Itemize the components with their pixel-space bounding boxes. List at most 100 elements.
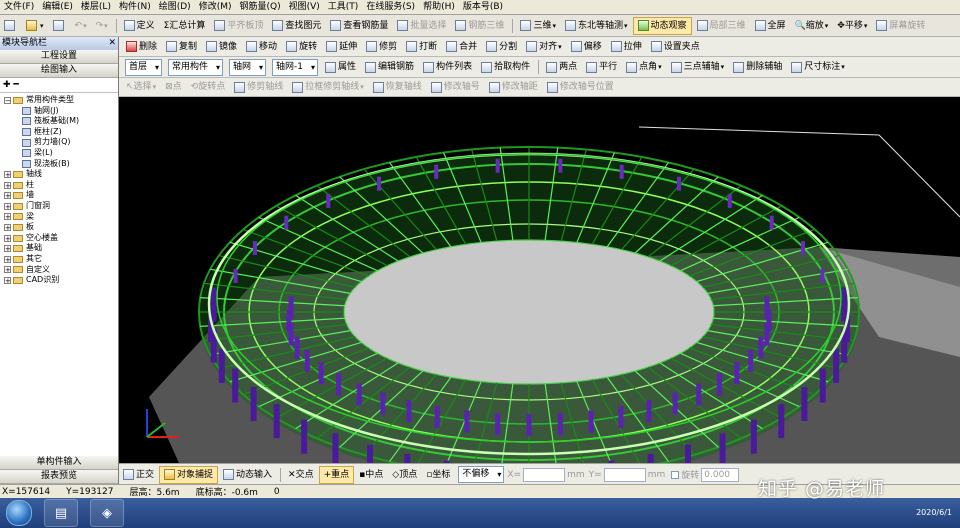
dynamic-view-button[interactable]: 动态观察 [632,16,692,35]
tree-folder[interactable]: + 梁 [0,212,118,223]
properties-button[interactable]: 属性 [321,58,360,76]
dimension-button[interactable]: 尺寸标注 ▾ [787,58,849,76]
point-angle-button[interactable]: 点角 ▾ [622,58,666,76]
midpoint-snap[interactable]: + 重点 [318,465,355,484]
center-snap[interactable]: ▪ 中点 [355,466,387,484]
align-button[interactable]: 对齐 ▾ [522,38,566,56]
two-point-button[interactable]: 两点 [542,58,581,76]
tree-folder[interactable]: + 轴线 [0,169,118,180]
project-settings-button[interactable]: 工程设置 [0,50,118,64]
merge-button[interactable]: 合并 [442,38,481,56]
save-button[interactable] [49,17,70,35]
tree-item[interactable]: 筏板基础(M) [0,116,118,127]
menu-floor[interactable]: 楼层(L) [77,0,115,14]
stretch-button[interactable]: 拉伸 [607,38,646,56]
offset-select[interactable]: 不偏移 [458,466,505,483]
collapse-icon[interactable]: − [4,96,11,104]
menu-component[interactable]: 构件(N) [115,0,155,14]
set-grip-button[interactable]: 设置夹点 [647,38,704,56]
three-point-aux-button[interactable]: 三点辅轴 ▾ [667,58,729,76]
menu-rebar-qty[interactable]: 钢筋量(Q) [235,0,284,14]
tree-item[interactable]: 框柱(Z) [0,127,118,138]
coordinate-snap[interactable]: ▫ 坐标 [422,466,454,484]
menu-help[interactable]: 帮助(H) [419,0,459,14]
move-button[interactable]: 移动 [242,38,281,56]
y-coord-input[interactable] [603,467,646,482]
fullscreen-button[interactable]: 全屏 [751,17,790,35]
start-button[interactable] [6,500,32,526]
menu-draw[interactable]: 绘图(D) [155,0,195,14]
expand-icon[interactable]: + [4,255,11,263]
rotate-checkbox[interactable] [671,470,680,479]
restore-axis-button[interactable]: 恢复轴线 [369,78,426,96]
app-task[interactable]: ◈ [90,499,124,527]
menu-online[interactable]: 在线服务(S) [362,0,419,14]
expand-icon[interactable]: + [4,266,11,274]
sum-calc-button[interactable]: Σ 汇总计算 [160,17,210,35]
tree-folder[interactable]: + 墙 [0,190,118,201]
rotate-point-button[interactable]: ⟲ 旋转点 [187,78,230,96]
expand-icon[interactable]: + [4,181,11,189]
menu-modify[interactable]: 修改(M) [195,0,236,14]
remove-icon[interactable]: ━ [13,80,18,90]
local-3d-button[interactable]: 局部三维 [693,17,750,35]
type-select[interactable]: 轴网 [229,58,267,76]
close-icon[interactable]: ✕ [108,37,116,50]
copy-button[interactable]: 复制 [162,38,201,56]
x-coord-input[interactable] [523,467,566,482]
tree-folder[interactable]: + 空心楼盖 [0,233,118,244]
tree-folder[interactable]: + 板 [0,222,118,233]
tree-folder[interactable]: + 基础 [0,243,118,254]
tree-folder[interactable]: + 其它 [0,254,118,265]
modify-axis-no-button[interactable]: 修改轴号 [427,78,484,96]
split-button[interactable]: 分割 [482,38,521,56]
delete-aux-button[interactable]: 删除辅轴 [729,58,786,76]
3d-viewport[interactable] [119,97,960,463]
tree-item[interactable]: 剪力墙(Q) [0,137,118,148]
ortho-toggle[interactable]: 正交 [119,466,158,484]
axonometric-button[interactable]: 东北等轴测 ▾ [561,17,632,35]
rebar-3d-button[interactable]: 钢筋三维 [451,17,508,35]
select-button[interactable]: ↖ 选择 ▾ [122,78,160,96]
redo-button[interactable]: ↷ ▾ [92,17,112,35]
expand-icon[interactable]: + [4,234,11,242]
menu-edit[interactable]: 编辑(E) [38,0,77,14]
offset-button[interactable]: 偏移 [567,38,606,56]
report-preview-button[interactable]: 报表预览 [0,470,118,484]
flat-calc-button[interactable]: 平齐板顶 [210,17,267,35]
tree-folder[interactable]: + 柱 [0,180,118,191]
single-component-input-button[interactable]: 单构件输入 [0,456,118,470]
dynamic-input-toggle[interactable]: 动态输入 [219,466,276,484]
mirror-button[interactable]: 镜像 [202,38,241,56]
define-button[interactable]: 定义 [120,17,159,35]
rotate-value-input[interactable]: 0.000 [701,467,740,482]
tree-folder[interactable]: + CAD识别 [0,275,118,286]
expand-icon[interactable]: + [4,213,11,221]
screen-rotate-button[interactable]: 屏幕旋转 [872,17,929,35]
draw-input-button[interactable]: 绘图输入 [0,64,118,78]
view-3d-button[interactable]: 三维 ▾ [516,17,560,35]
tree-folder[interactable]: + 自定义 [0,265,118,276]
open-file-button[interactable]: ▾ [22,17,48,35]
object-snap-toggle[interactable]: 对象捕捉 [159,465,219,484]
menu-version[interactable]: 版本号(B) [459,0,507,14]
view-rebar-button[interactable]: 查看钢筋量 [326,17,392,35]
break-button[interactable]: 打断 [402,38,441,56]
batch-select-button[interactable]: 批量选择 [393,17,450,35]
component-list-button[interactable]: 构件列表 [419,58,476,76]
tree-folder[interactable]: + 门窗洞 [0,201,118,212]
add-icon[interactable]: ✚ [3,80,11,90]
pick-component-button[interactable]: 拾取构件 [477,58,534,76]
explorer-task[interactable]: ▤ [44,499,78,527]
menu-file[interactable]: 文件(F) [0,0,38,14]
tree-item[interactable]: 轴网(J) [0,106,118,117]
expand-icon[interactable]: + [4,170,11,178]
menu-view[interactable]: 视图(V) [285,0,324,14]
intersection-snap[interactable]: ✕ 交点 [284,466,318,484]
pan-button[interactable]: ✥ 平移 ▾ [833,17,871,35]
expand-icon[interactable]: + [4,276,11,284]
expand-icon[interactable]: + [4,202,11,210]
extend-button[interactable]: 延伸 [322,38,361,56]
expand-icon[interactable]: + [4,245,11,253]
tree-item[interactable]: 现浇板(B) [0,159,118,170]
